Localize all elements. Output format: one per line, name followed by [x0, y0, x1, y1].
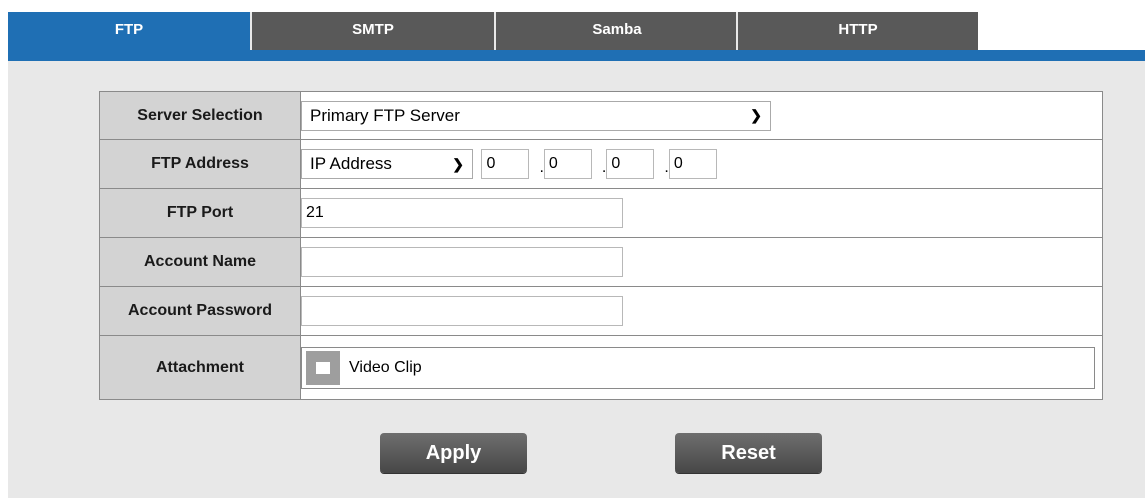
server-selection-dropdown[interactable]: Primary FTP Server ❯	[301, 100, 771, 131]
attachment-cell: Video Clip	[300, 335, 1103, 400]
tab-ftp-label: FTP	[114, 21, 144, 38]
video-clip-checkbox[interactable]	[306, 350, 340, 385]
account-password-label: Account Password	[99, 286, 301, 336]
account-name-cell	[300, 237, 1103, 287]
apply-button-label: Apply	[425, 441, 482, 464]
ftp-settings-form: Server Selection Primary FTP Server ❯ FT…	[99, 91, 1103, 400]
ip-octet-4[interactable]	[668, 149, 717, 179]
video-clip-label: Video Clip	[349, 358, 422, 376]
ip-octet-1[interactable]	[481, 149, 530, 179]
ip-dot: .	[601, 159, 607, 176]
tab-http[interactable]: HTTP	[738, 12, 978, 50]
ftp-address-label: FTP Address	[99, 139, 301, 189]
tab-smtp[interactable]: SMTP	[252, 12, 494, 50]
tab-ftp[interactable]: FTP	[8, 12, 250, 50]
reset-button[interactable]: Reset	[675, 433, 822, 473]
ip-octet-3[interactable]	[606, 149, 655, 179]
ftp-port-label: FTP Port	[99, 188, 301, 238]
tab-underline	[8, 50, 1145, 61]
server-selection-label: Server Selection	[99, 91, 301, 140]
server-selection-value: Primary FTP Server	[310, 105, 460, 125]
ip-dot: .	[539, 159, 544, 176]
chevron-down-icon: ❯	[750, 107, 762, 123]
attachment-label: Attachment	[99, 335, 301, 400]
tab-samba[interactable]: Samba	[496, 12, 738, 50]
address-type-value: IP Address	[310, 154, 392, 173]
account-name-input[interactable]	[301, 247, 623, 277]
server-selection-cell: Primary FTP Server ❯	[300, 91, 1103, 140]
ftp-port-input[interactable]	[301, 198, 623, 228]
apply-button[interactable]: Apply	[380, 433, 527, 473]
ip-dot: .	[664, 159, 669, 176]
attachment-options: Video Clip	[301, 346, 1095, 389]
ip-octet-2[interactable]	[543, 149, 592, 179]
tab-smtp-label: SMTP	[352, 21, 394, 38]
ftp-port-cell	[300, 188, 1103, 238]
address-type-dropdown[interactable]: IP Address ❯	[301, 149, 473, 179]
row-ftp-address: FTP Address IP Address ❯ . . .	[99, 139, 1103, 189]
row-account-name: Account Name	[99, 237, 1103, 287]
reset-button-label: Reset	[721, 441, 776, 464]
ftp-address-cell: IP Address ❯ . . .	[300, 139, 1103, 189]
chevron-down-icon: ❯	[452, 155, 464, 172]
tab-http-label: HTTP	[838, 21, 878, 38]
row-attachment: Attachment Video Clip	[99, 335, 1103, 400]
account-password-cell	[300, 286, 1103, 336]
row-ftp-port: FTP Port	[99, 188, 1103, 238]
account-password-input[interactable]	[301, 296, 623, 326]
ip-address-fields: . . .	[481, 149, 717, 179]
tab-bar: FTP SMTP Samba HTTP	[0, 0, 1145, 55]
tab-samba-label: Samba	[592, 21, 642, 38]
account-name-label: Account Name	[99, 237, 301, 287]
row-account-password: Account Password	[99, 286, 1103, 336]
row-server-selection: Server Selection Primary FTP Server ❯	[99, 91, 1103, 140]
